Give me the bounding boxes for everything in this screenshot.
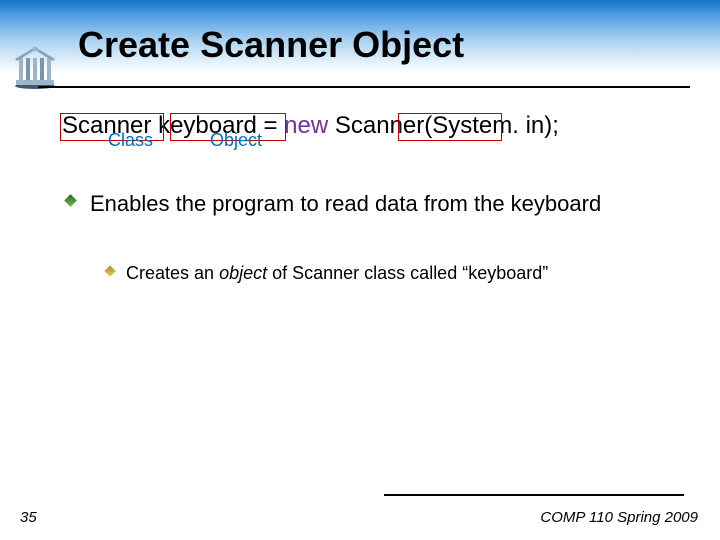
bullet1-text: Enables the program to read data from th…: [90, 191, 601, 216]
course-label: COMP 110 Spring 2009: [540, 509, 698, 526]
bullet-level2: Creates an object of Scanner class calle…: [126, 262, 666, 285]
slide-title: Create Scanner Object: [78, 24, 464, 66]
label-object: Object: [210, 130, 262, 151]
bullet-diamond-icon: [104, 265, 115, 276]
page-number: 35: [20, 509, 37, 526]
slide: Create Scanner Object Scanner keyboard =…: [0, 0, 720, 540]
code-keyword-new: new: [284, 112, 328, 139]
footer-rule: [384, 494, 684, 496]
label-class: Class: [108, 130, 153, 151]
bullet-level1: Enables the program to read data from th…: [90, 190, 670, 218]
logo-unc-well-icon: [12, 44, 58, 90]
highlight-box-ctor: [398, 113, 502, 141]
bullet-diamond-icon: [64, 194, 77, 207]
bullet2-text-post: of Scanner class called “keyboard”: [267, 263, 548, 283]
bullet2-text-em: object: [219, 263, 267, 283]
bullet2-text-pre: Creates an: [126, 263, 219, 283]
title-rule: [38, 86, 690, 88]
